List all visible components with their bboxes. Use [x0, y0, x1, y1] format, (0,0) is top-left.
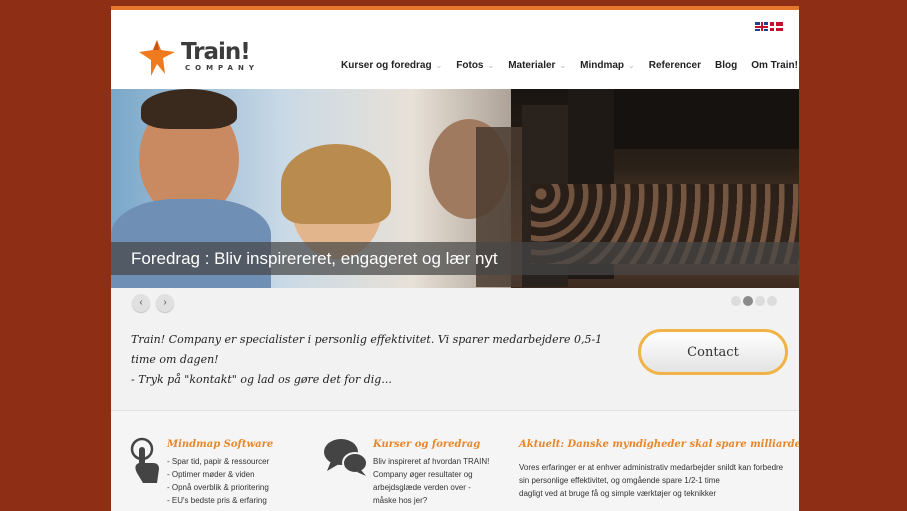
- nav-mindmap[interactable]: Mindmap ⌄: [580, 60, 635, 71]
- feature-title-aktuelt[interactable]: Aktuelt: Danske myndigheder skal spare m…: [519, 439, 799, 450]
- danish-flag-icon[interactable]: [770, 22, 783, 31]
- intro-text: Train! Company er specialister i personl…: [131, 330, 621, 390]
- nav-kurser-og-foredrag[interactable]: Kurser og foredrag ⌄: [341, 60, 442, 71]
- slider-prev-button[interactable]: ‹: [132, 294, 150, 312]
- chevron-down-icon: ⌄: [435, 61, 443, 70]
- chevron-down-icon: ⌄: [487, 61, 495, 70]
- slider-pagination: [731, 296, 777, 306]
- contact-button[interactable]: Contact: [638, 329, 788, 375]
- intro-line-2: - Tryk på "kontakt" og lad os gøre det f…: [131, 373, 392, 386]
- nav-fotos[interactable]: Fotos ⌄: [456, 60, 494, 71]
- intro-section: Train! Company er specialister i personl…: [111, 320, 799, 410]
- hero-person-man-hair: [141, 89, 237, 129]
- feature-body-mindmap: - Spar tid, papir & ressourcer - Optimer…: [167, 457, 270, 505]
- logo-title: Train!: [181, 39, 251, 65]
- touch-hand-icon: [130, 437, 159, 483]
- hero-slider[interactable]: Foredrag : Bliv inspirereret, engageret …: [111, 89, 799, 288]
- hero-person-woman-hair: [281, 144, 391, 224]
- chevron-down-icon: ⌄: [628, 61, 635, 70]
- language-selector: [755, 22, 783, 31]
- nav-referencer[interactable]: Referencer: [649, 60, 701, 71]
- slider-caption: Foredrag : Bliv inspirereret, engageret …: [131, 249, 498, 268]
- nav-blog[interactable]: Blog: [715, 60, 737, 71]
- header: Train! COMPANY Kurser og foredrag ⌄ Fotos…: [111, 10, 799, 90]
- transition-tile: [614, 89, 799, 149]
- speech-bubbles-icon: [324, 439, 368, 476]
- main-nav: Kurser og foredrag ⌄ Fotos ⌄ Materialer ⌄ M…: [341, 60, 799, 71]
- slider-dot[interactable]: [767, 296, 777, 306]
- page: Train! COMPANY Kurser og foredrag ⌄ Fotos…: [111, 6, 799, 511]
- slider-dot[interactable]: [731, 296, 741, 306]
- logo-subtitle: COMPANY: [185, 64, 259, 72]
- feature-body-aktuelt: Vores erfaringer er at enhver administra…: [519, 463, 784, 498]
- intro-line-1: Train! Company er specialister i personl…: [131, 333, 603, 366]
- nav-om-train[interactable]: Om Train!⌄: [751, 60, 799, 71]
- train-logo-icon: [139, 40, 175, 76]
- feature-body-kurser: Bliv inspireret af hvordan TRAIN! Compan…: [373, 457, 490, 505]
- slider-dot-active[interactable]: [743, 296, 753, 306]
- feature-title-kurser[interactable]: Kurser og foredrag: [373, 439, 480, 450]
- uk-flag-icon[interactable]: [755, 22, 768, 31]
- chevron-down-icon: ⌄: [559, 61, 567, 70]
- slider-dot[interactable]: [755, 296, 765, 306]
- features-section: Mindmap Software - Spar tid, papir & res…: [111, 410, 799, 511]
- logo[interactable]: Train! COMPANY: [135, 36, 265, 80]
- feature-title-mindmap[interactable]: Mindmap Software: [167, 439, 273, 450]
- nav-materialer[interactable]: Materialer ⌄: [508, 60, 566, 71]
- slider-next-button[interactable]: ›: [156, 294, 174, 312]
